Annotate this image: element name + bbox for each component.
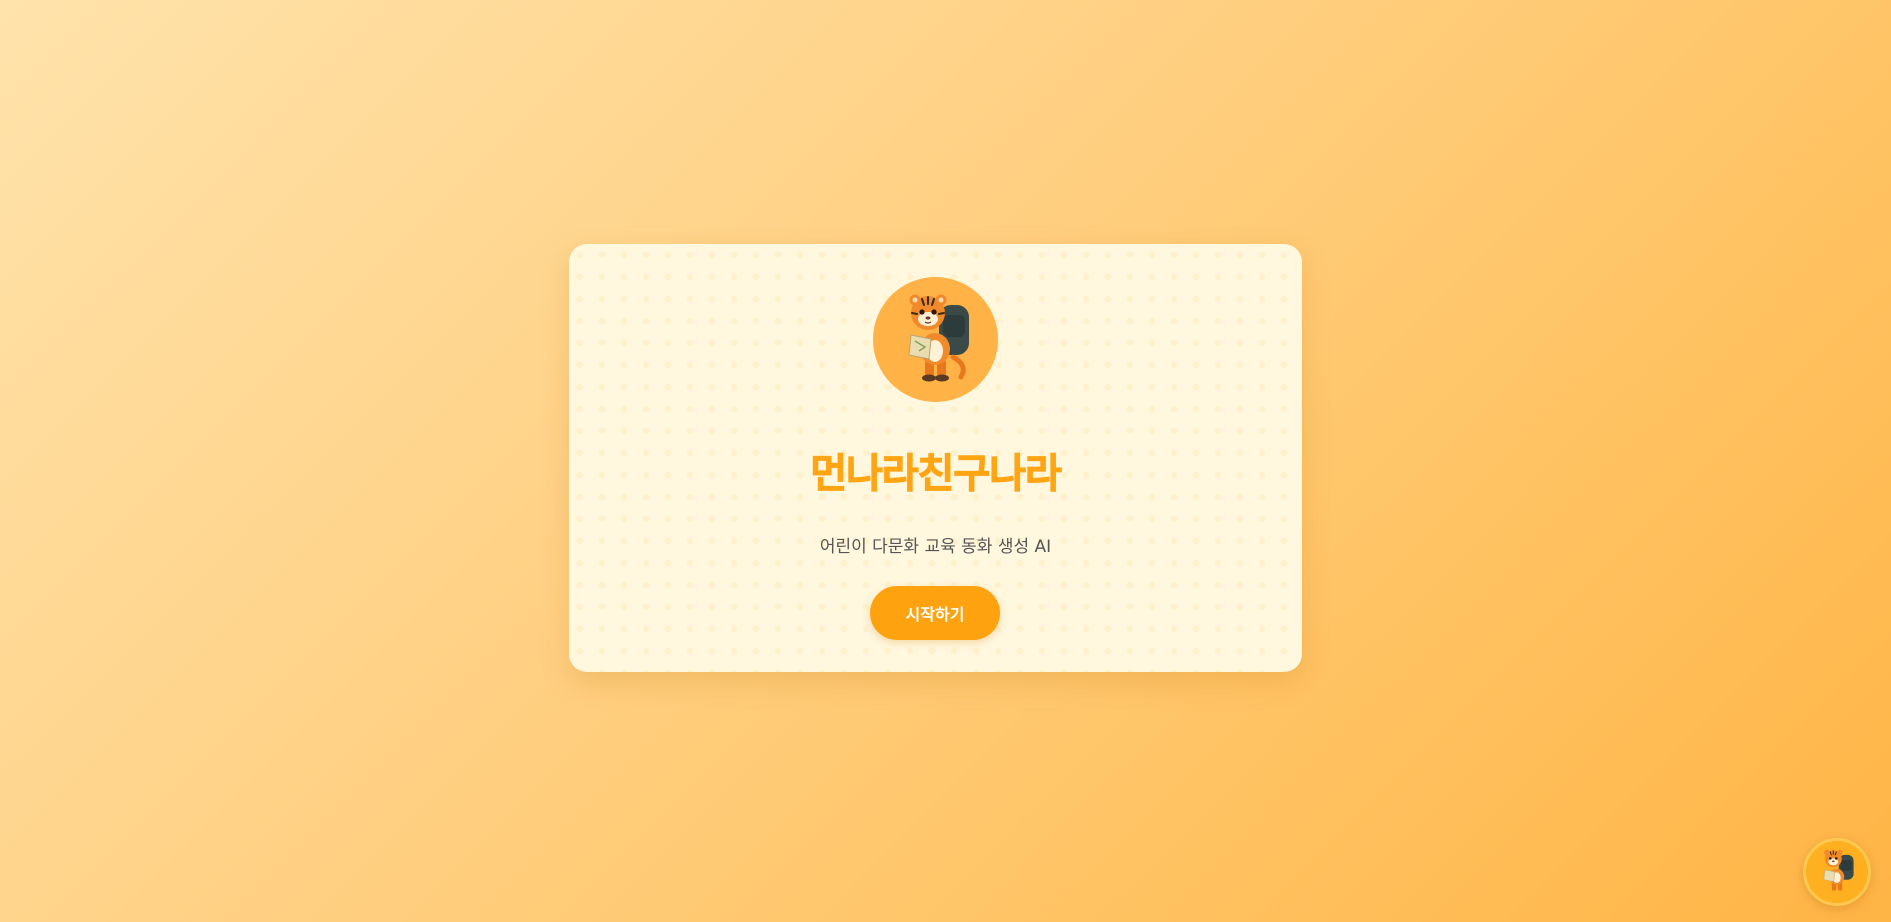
app-subtitle: 어린이 다문화 교육 동화 생성 AI [819,537,1052,557]
start-button[interactable]: 시작하기 [870,586,1000,640]
mascot-avatar [873,277,998,402]
welcome-card: 먼나라친구나라 어린이 다문화 교육 동화 생성 AI 시작하기 [569,244,1302,672]
floating-mascot-button[interactable] [1803,838,1871,906]
app-title: 먼나라친구나라 [810,451,1063,498]
tiger-mascot-icon [908,294,969,382]
tiger-mascot-icon [1823,849,1854,891]
